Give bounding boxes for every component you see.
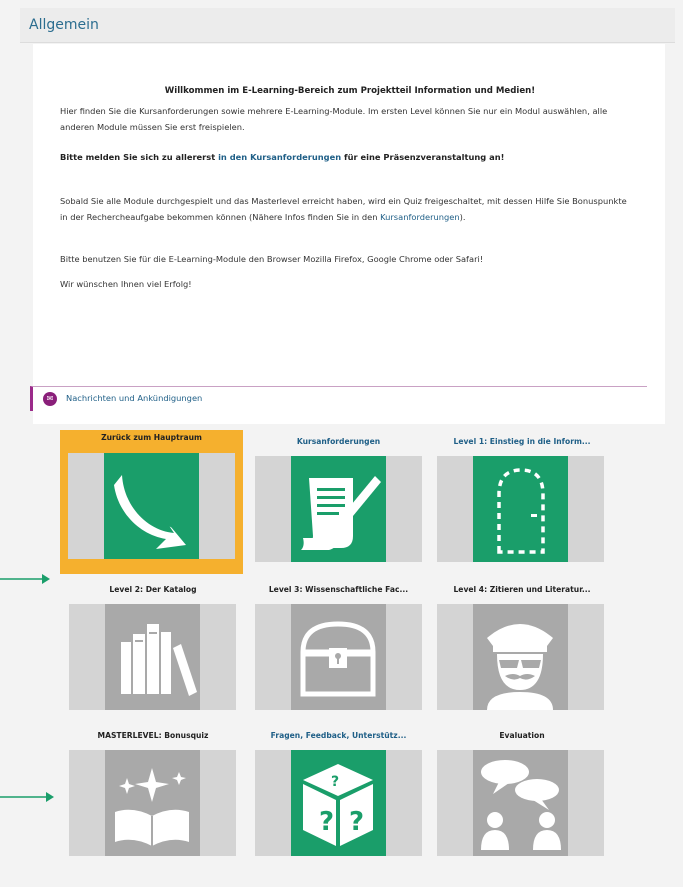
tile-title[interactable]: MASTERLEVEL: Bonusquiz	[64, 731, 242, 740]
question-dice-icon: ? ? ?	[291, 750, 386, 856]
tile-image[interactable]	[68, 453, 235, 559]
section-header: Allgemein	[20, 8, 675, 43]
police-officer-icon	[473, 604, 568, 710]
svg-text:?: ?	[331, 774, 339, 790]
speech-bubbles-people-icon	[473, 750, 568, 856]
tile-title[interactable]: Level 2: Der Katalog	[64, 585, 242, 594]
svg-text:?: ?	[349, 807, 364, 837]
browser-note: Bitte benutzen Sie für die E-Learning-Mo…	[60, 254, 484, 264]
intro-card: Willkommen im E-Learning-Bereich zum Pro…	[33, 44, 665, 424]
good-luck-note: Wir wünschen Ihnen viel Erfolg!	[60, 279, 192, 289]
arrow-right-icon	[0, 792, 54, 802]
tile-level-3[interactable]: Level 3: Wissenschaftliche Fac...	[250, 582, 427, 718]
tile-image[interactable]	[437, 456, 604, 562]
tile-title[interactable]: Level 1: Einstieg in die Inform...	[432, 437, 612, 446]
tile-kursanforderungen[interactable]: Kursanforderungen	[250, 434, 427, 574]
tile-title[interactable]: Level 3: Wissenschaftliche Fac...	[250, 585, 427, 594]
tile-level-4[interactable]: Level 4: Zitieren und Literatur...	[432, 582, 612, 718]
tile-level-2[interactable]: Level 2: Der Katalog	[64, 582, 242, 718]
quiz-suffix: ).	[459, 212, 466, 222]
treasure-chest-icon	[291, 604, 386, 710]
tile-fragen-feedback[interactable]: Fragen, Feedback, Unterstütz... ? ? ?	[250, 728, 427, 860]
quiz-text: Sobald Sie alle Module durchgespielt und…	[60, 196, 627, 222]
register-suffix: für eine Präsenzveranstaltung an!	[341, 152, 505, 162]
mail-icon: ✉	[43, 392, 57, 406]
tile-title[interactable]: Zurück zum Hauptraum	[60, 433, 243, 442]
tile-title[interactable]: Level 4: Zitieren und Literatur...	[432, 585, 612, 594]
tile-image[interactable]	[255, 456, 422, 562]
svg-text:?: ?	[319, 807, 334, 837]
books-icon	[105, 604, 200, 710]
tile-image[interactable]	[437, 750, 604, 856]
document-quill-icon	[291, 456, 386, 562]
tile-title[interactable]: Fragen, Feedback, Unterstütz...	[250, 731, 427, 740]
tile-image[interactable]	[69, 750, 236, 856]
tile-level-1[interactable]: Level 1: Einstieg in die Inform...	[432, 434, 612, 574]
register-notice: Bitte melden Sie sich zu allererst in de…	[60, 149, 504, 165]
announcements-link[interactable]: Nachrichten und Ankündigungen	[66, 393, 202, 403]
tile-masterlevel[interactable]: MASTERLEVEL: Bonusquiz	[64, 728, 242, 860]
quiz-paragraph: Sobald Sie alle Module durchgespielt und…	[60, 193, 635, 225]
magic-book-icon	[105, 750, 200, 856]
tile-title[interactable]: Kursanforderungen	[250, 437, 427, 446]
announcements-forum[interactable]: ✉ Nachrichten und Ankündigungen	[30, 386, 647, 411]
tile-image[interactable]: ? ? ?	[255, 750, 422, 856]
welcome-heading: Willkommen im E-Learning-Bereich zum Pro…	[164, 86, 536, 96]
door-icon	[473, 456, 568, 562]
kursanforderungen-link-2[interactable]: Kursanforderungen	[380, 212, 460, 222]
section-title: Allgemein	[29, 17, 99, 33]
tile-image[interactable]	[255, 604, 422, 710]
tile-image[interactable]	[437, 604, 604, 710]
tile-title[interactable]: Evaluation	[432, 731, 612, 740]
arrow-right-icon	[0, 574, 50, 584]
tile-image[interactable]	[69, 604, 236, 710]
arrow-back-icon	[104, 453, 199, 559]
tile-evaluation[interactable]: Evaluation	[432, 728, 612, 860]
register-prefix: Bitte melden Sie sich zu allererst	[60, 152, 219, 162]
tile-zurueck-hauptraum[interactable]: Zurück zum Hauptraum	[60, 430, 243, 574]
intro-paragraph: Hier finden Sie die Kursanforderungen so…	[60, 106, 608, 132]
kursanforderungen-link[interactable]: in den Kursanforderungen	[218, 152, 341, 162]
